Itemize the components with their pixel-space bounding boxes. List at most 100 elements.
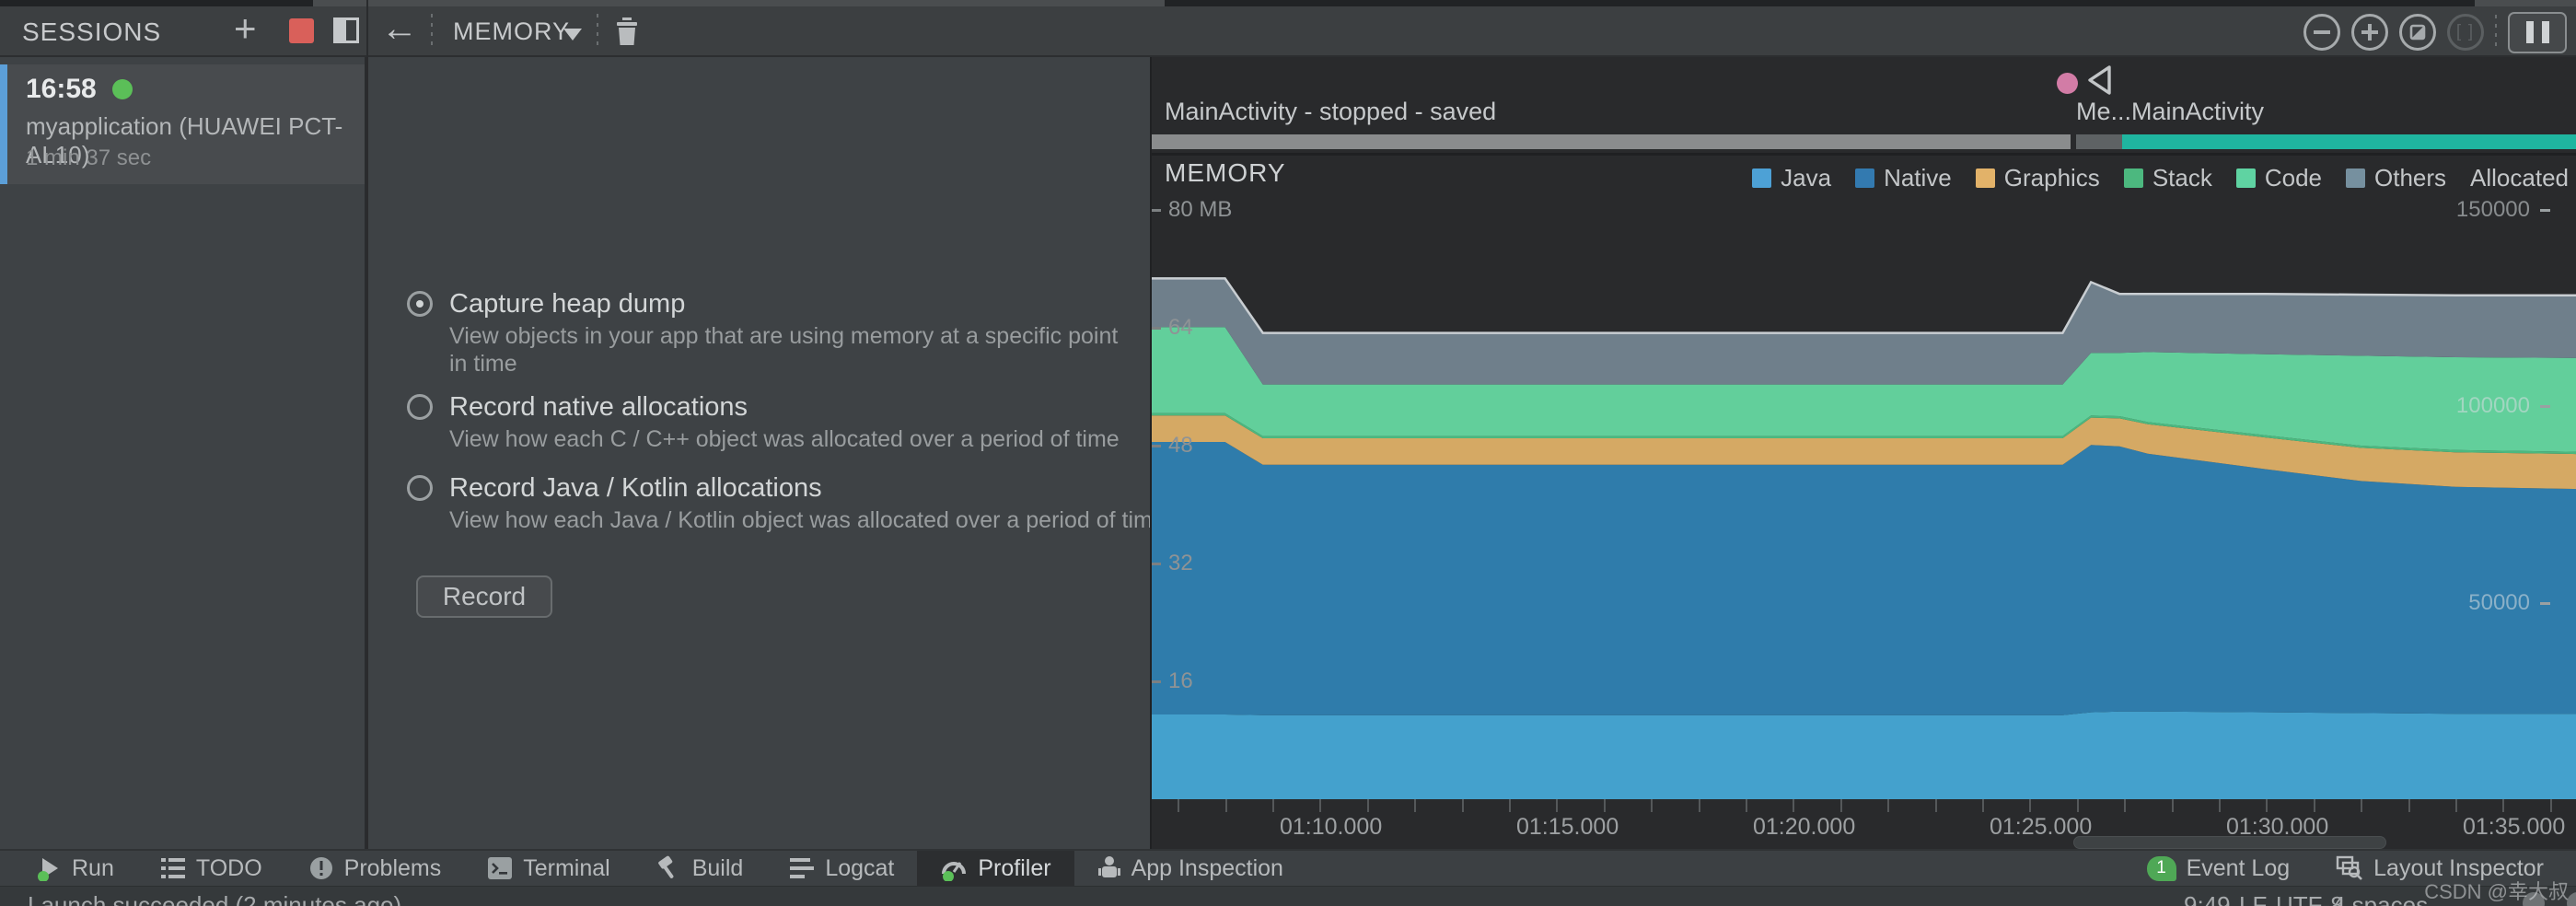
record-button[interactable]: Record (416, 575, 552, 618)
app-inspection-icon (1097, 855, 1121, 881)
tool-window-label: Build (691, 854, 744, 881)
activity-bar-running (2122, 134, 2576, 149)
time-axis-tick (1982, 799, 1984, 812)
tool-window-button-logcat[interactable]: Logcat (766, 851, 917, 886)
build-icon (656, 855, 682, 881)
tool-window-label: TODO (195, 854, 262, 881)
radio-circle-icon[interactable] (407, 475, 433, 501)
add-session-icon[interactable]: + (234, 6, 257, 51)
time-axis-tick (2549, 799, 2552, 812)
radio-option-desc: in time (449, 351, 517, 377)
y-axis-label: 48 (1168, 433, 1193, 458)
toolbar-dotted-divider (2495, 15, 2497, 50)
event-log-label: Event Log (2186, 854, 2291, 881)
legend-item-others: Others (2346, 164, 2446, 192)
tool-window-label: Run (72, 854, 114, 881)
time-axis-tick (1887, 799, 1890, 812)
back-arrow-icon[interactable]: ← (381, 8, 418, 50)
time-axis-tick (2029, 799, 2032, 812)
tool-window-button-profiler[interactable]: Profiler (917, 851, 1074, 886)
event-log-button[interactable]: 1 Event Log (2124, 851, 2314, 886)
radio-option-title: Capture heap dump (449, 289, 686, 319)
tool-window-bar: Run TODO Problems Terminal Build Logcat Profil… (0, 849, 2576, 886)
tool-window-button-problems[interactable]: Problems (285, 851, 465, 886)
editor-status-item[interactable]: 9:49 (2184, 891, 2231, 906)
legend-item-stack: Stack (2123, 164, 2212, 192)
time-axis-tick (2361, 799, 2363, 812)
radio-option-title: Record Java / Kotlin allocations (449, 473, 822, 503)
time-axis-label: 01:10.000 (1280, 814, 1383, 840)
session-duration: 1 min 37 sec (26, 145, 152, 170)
legend-item-code: Code (2235, 164, 2322, 192)
legend-swatch (1855, 168, 1875, 188)
tool-window-button-app-inspection[interactable]: App Inspection (1074, 851, 1306, 886)
area-series-native (1152, 442, 2576, 715)
time-axis-tick (2219, 799, 2221, 812)
memory-chart-svg[interactable] (1152, 198, 2576, 799)
legend-label: Others (2374, 164, 2447, 192)
time-axis-tick (1793, 799, 1795, 812)
run-icon (36, 855, 62, 881)
watermark: CSDN @幸大叔 (2424, 880, 2569, 903)
activity-lifecycle-label: MainActivity - stopped - saved (1165, 98, 1497, 125)
radio-option-desc: View objects in your app that are using … (449, 323, 1119, 349)
top-strip-segment (2475, 0, 2576, 6)
logcat-icon (789, 857, 815, 879)
radio-circle-icon[interactable] (407, 394, 433, 420)
activity-bar-stopped (1152, 134, 2071, 149)
tool-window-label: Profiler (978, 854, 1051, 881)
radio-option-title: Record native allocations (449, 392, 748, 422)
zoom-in-icon[interactable] (2351, 14, 2388, 51)
editor-status-item[interactable]: 4 spaces (2332, 891, 2428, 906)
legend-item-graphics: Graphics (1975, 164, 2100, 192)
tool-window-label: App Inspection (1131, 854, 1283, 881)
toolbar-dotted-divider (431, 14, 433, 49)
time-axis-tick (1698, 799, 1700, 812)
time-axis-tick (2313, 799, 2315, 812)
session-live-dot (112, 79, 133, 99)
zoom-out-icon[interactable] (2303, 14, 2340, 51)
time-axis-label: 01:35.000 (2463, 814, 2566, 840)
session-time: 16:58 (26, 74, 97, 104)
chart-legend: Java Native Graphics Stack Code Others Allocat… (1752, 164, 2569, 192)
time-axis-label: 01:15.000 (1516, 814, 1619, 840)
tool-window-button-run[interactable]: Run (13, 851, 137, 886)
legend-label: Graphics (2003, 164, 2100, 192)
tool-window-button-terminal[interactable]: Terminal (464, 851, 632, 886)
legend-label: Code (2264, 164, 2322, 192)
zoom-to-selection-icon[interactable]: [ ] (2447, 14, 2484, 51)
session-list-item[interactable]: 16:58 myapplication (HUAWEI PCT-AL10) 1 … (0, 64, 365, 184)
radio-option-desc: View how each C / C++ object was allocat… (449, 426, 1120, 452)
radio-circle-icon[interactable] (407, 291, 433, 317)
collapse-panel-icon[interactable] (333, 17, 359, 43)
android-studio-profiler-window: SESSIONS + ← MEMORY [ ] 16:58 myapplicat… (0, 0, 2576, 906)
legend-swatch (2123, 168, 2143, 188)
time-axis-tick (1603, 799, 1606, 812)
tool-window-button-todo[interactable]: TODO (137, 851, 285, 886)
tool-window-label: Problems (343, 854, 442, 881)
legend-label: Allocated (2470, 164, 2569, 192)
time-axis-tick (2266, 799, 2269, 812)
tool-window-button-build[interactable]: Build (633, 851, 767, 886)
reset-zoom-icon[interactable] (2399, 14, 2436, 51)
horizontal-scrollbar-thumb[interactable] (2073, 836, 2386, 849)
trash-icon[interactable] (613, 16, 641, 47)
chart-zoom-controls: [ ] (2303, 11, 2567, 53)
memory-dropdown[interactable]: MEMORY (453, 17, 570, 46)
pause-live-button[interactable] (2508, 11, 2567, 53)
profiler-icon (940, 855, 968, 881)
time-axis-tick (2455, 799, 2457, 812)
stop-session-icon[interactable] (289, 18, 314, 43)
area-series-java (1152, 711, 2576, 799)
time-axis-tick (1746, 799, 1747, 812)
chevron-down-icon[interactable] (563, 29, 582, 41)
time-axis-tick (2502, 799, 2505, 812)
legend-item-native: Native (1855, 164, 1952, 192)
allocated-axis-label: 50000 (2468, 589, 2530, 615)
editor-status-item[interactable]: LF (2239, 891, 2267, 906)
y-axis-label: 80 MB (1168, 197, 1233, 222)
allocated-axis-tick (2540, 209, 2550, 212)
profiler-toolbar: SESSIONS + ← MEMORY [ ] (0, 0, 2576, 57)
terminal-icon (487, 855, 513, 881)
time-axis-tick (1509, 799, 1511, 812)
